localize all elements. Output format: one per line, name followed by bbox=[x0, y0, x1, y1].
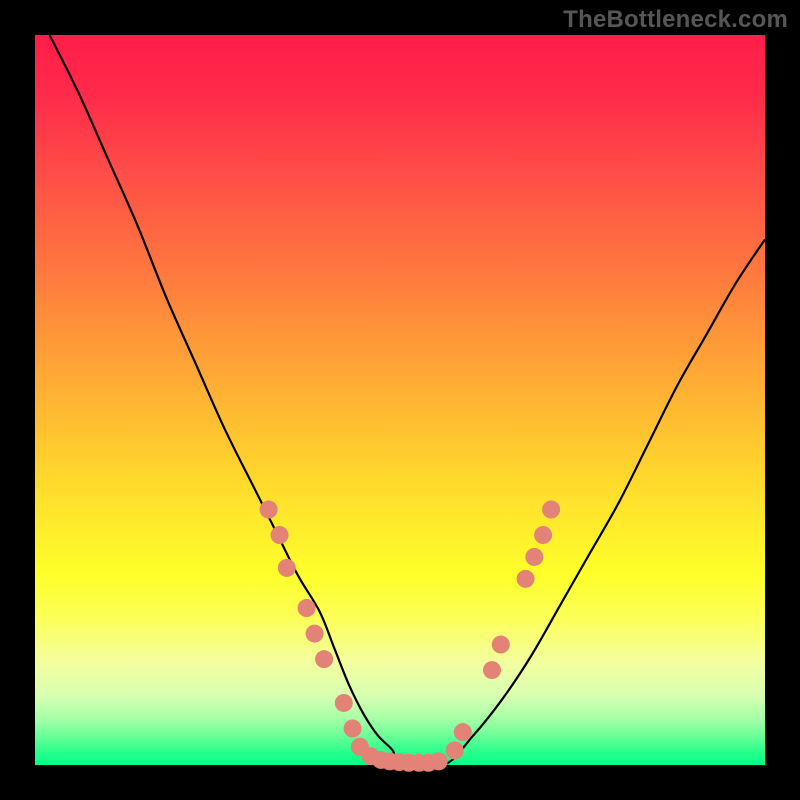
curve-marker bbox=[306, 625, 324, 643]
curve-marker bbox=[271, 526, 289, 544]
curve-marker bbox=[525, 548, 543, 566]
curve-marker bbox=[517, 570, 535, 588]
curve-marker bbox=[492, 636, 510, 654]
watermark-text: TheBottleneck.com bbox=[563, 6, 788, 34]
curve-markers bbox=[260, 501, 561, 772]
chart-plot-area bbox=[35, 35, 765, 765]
curve-marker bbox=[260, 501, 278, 519]
curve-marker bbox=[542, 501, 560, 519]
curve-marker bbox=[335, 694, 353, 712]
curve-marker bbox=[298, 599, 316, 617]
curve-marker bbox=[344, 720, 362, 738]
bottleneck-curve bbox=[50, 35, 765, 768]
curve-marker bbox=[483, 661, 501, 679]
curve-marker bbox=[454, 723, 472, 741]
chart-svg bbox=[35, 35, 765, 765]
curve-marker bbox=[315, 650, 333, 668]
curve-marker bbox=[278, 559, 296, 577]
curve-marker bbox=[446, 741, 464, 759]
curve-marker bbox=[430, 752, 448, 770]
curve-marker bbox=[534, 526, 552, 544]
